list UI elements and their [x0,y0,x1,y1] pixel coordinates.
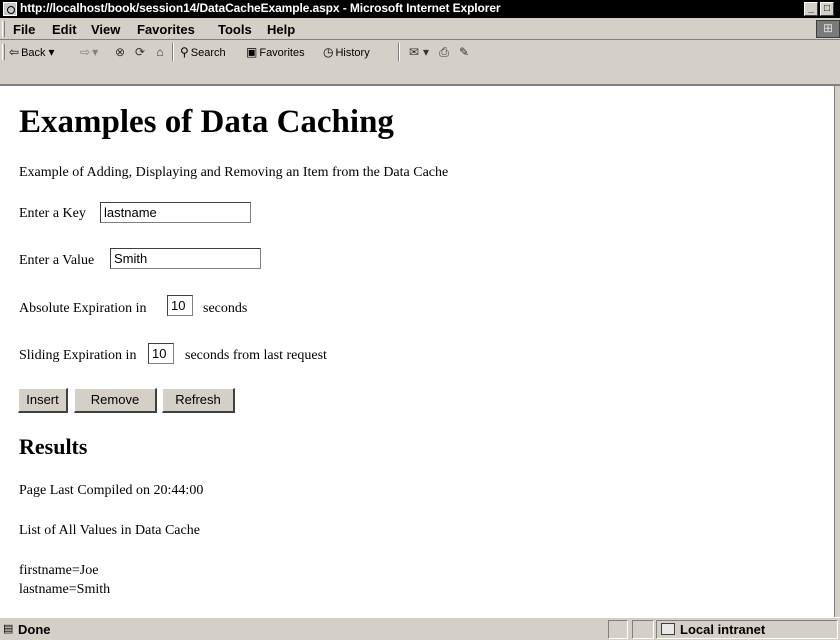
minimize-button[interactable]: _ [804,2,818,16]
menu-edit[interactable]: Edit [52,22,77,37]
favorites-icon: ▣ [246,45,258,59]
mail-icon[interactable]: ✉ [406,44,422,60]
page-content: Examples of Data Caching Example of Addi… [0,86,834,617]
refresh-button[interactable]: Refresh [162,388,235,413]
absolute-expiration-suffix: seconds [203,301,248,316]
history-label: History [335,47,370,59]
favorites-button[interactable]: ▣ Favorites [246,42,305,62]
sliding-expiration-input[interactable]: 10 [148,343,174,364]
insert-button[interactable]: Insert [18,388,68,413]
status-bar: ▤ Done Local intranet [0,617,840,640]
mail-dropdown-icon[interactable]: ▾ [422,44,430,60]
print-icon[interactable]: ⎙ [436,44,452,60]
compiled-time-text: Page Last Compiled on 20:44:00 [19,483,204,498]
stop-icon[interactable]: ⊗ [112,44,128,60]
back-button[interactable]: ⇦ Back ▾ [9,42,57,62]
history-icon: ◷ [323,45,334,59]
menu-help[interactable]: Help [267,22,295,37]
toolbar-separator [398,43,400,61]
sliding-expiration-suffix: seconds from last request [185,348,327,363]
standard-toolbar: ⇦ Back ▾ ⇨ ▾ ⊗ ⟳ ⌂ ⚲ Search ▣ Favorites ◷ Hist… [0,40,840,86]
history-button[interactable]: ◷ History [323,42,370,62]
menu-tools[interactable]: Tools [218,22,252,37]
absolute-expiration-input[interactable]: 10 [167,295,193,316]
sliding-expiration-label: Sliding Expiration in [19,348,137,363]
ie-page-icon [3,2,17,16]
page-done-icon: ▤ [3,623,14,635]
home-icon[interactable]: ⌂ [152,44,168,60]
browser-window: http://localhost/book/session14/DataCach… [0,0,840,640]
favorites-label: Favorites [259,47,305,59]
remove-button[interactable]: Remove [74,388,157,413]
refresh-icon[interactable]: ⟳ [132,44,148,60]
key-input[interactable]: lastname [100,202,251,223]
status-text: Done [18,622,51,637]
back-arrow-icon: ⇦ [9,45,20,59]
status-panel [608,620,628,639]
back-label: Back [21,47,46,59]
search-label: Search [190,47,226,59]
toolbar-grip [2,44,5,60]
search-icon: ⚲ [180,45,189,59]
results-heading: Results [19,434,88,459]
menu-file[interactable]: File [13,22,35,37]
back-dropdown-icon: ▾ [48,45,55,59]
title-bar: http://localhost/book/session14/DataCach… [0,0,840,18]
edit-icon[interactable]: ✎ [456,44,472,60]
value-label: Enter a Value [19,253,95,268]
intranet-zone-icon [661,623,675,635]
forward-arrow-icon: ⇨ [80,45,91,59]
toolbar-separator [172,43,174,61]
window-title: http://localhost/book/session14/DataCach… [20,1,501,15]
key-label: Enter a Key [19,206,86,221]
menu-favorites[interactable]: Favorites [137,22,195,37]
cache-entry: lastname=Smith [19,582,111,597]
cache-list-heading: List of All Values in Data Cache [19,523,200,538]
menu-bar: File Edit View Favorites Tools Help [0,18,840,40]
security-zone-label: Local intranet [680,622,766,637]
intro-text: Example of Adding, Displaying and Removi… [19,165,449,180]
forward-dropdown-icon: ▾ [92,45,99,59]
status-panel [632,620,654,639]
vertical-scrollbar[interactable] [834,86,840,617]
absolute-expiration-label: Absolute Expiration in [19,301,147,316]
forward-button[interactable]: ⇨ ▾ [80,42,100,62]
cache-entry: firstname=Joe [19,563,99,578]
maximize-button[interactable]: □ [820,2,834,16]
menu-view[interactable]: View [91,22,120,37]
search-button[interactable]: ⚲ Search [180,42,226,62]
page-title: Examples of Data Caching [19,104,394,140]
menu-grip [2,21,5,37]
windows-logo-icon [816,20,840,38]
value-input[interactable]: Smith [110,248,261,269]
